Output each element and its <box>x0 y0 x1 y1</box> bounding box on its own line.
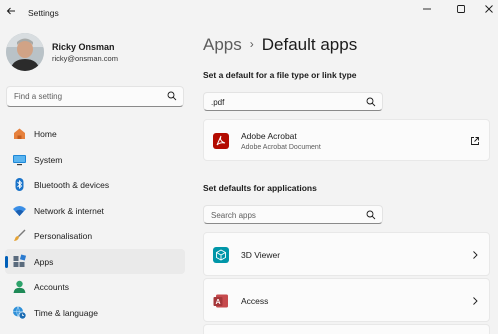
app-row-access[interactable]: A Access <box>203 278 490 322</box>
open-external-icon <box>471 137 479 145</box>
bluetooth-icon <box>15 178 24 191</box>
sidebar-item-label: Time & language <box>34 307 98 318</box>
chevron-right-icon <box>473 297 478 305</box>
close-icon <box>485 5 493 13</box>
find-setting-placeholder: Find a setting <box>14 92 63 101</box>
maximize-button[interactable] <box>454 3 468 15</box>
app-name: 3D Viewer <box>241 250 281 260</box>
sidebar-item-label: System <box>34 154 63 165</box>
adobe-acrobat-icon <box>213 133 229 149</box>
search-apps-placeholder: Search apps <box>211 210 256 220</box>
wifi-icon <box>13 205 26 216</box>
sidebar-item-network[interactable]: Network & internet <box>5 198 185 224</box>
minimize-icon <box>423 8 431 10</box>
chevron-right-button[interactable] <box>470 250 480 260</box>
breadcrumb: Apps › Default apps <box>203 35 357 55</box>
user-name: Ricky Onsman <box>52 42 115 52</box>
file-type-search-input[interactable]: .pdf <box>203 92 383 111</box>
sidebar-nav: Home System Bluetooth & devices Network … <box>5 121 185 325</box>
sidebar-item-accounts[interactable]: Accounts <box>5 274 185 300</box>
breadcrumb-parent-apps[interactable]: Apps <box>203 35 242 54</box>
file-type-heading: Set a default for a file type or link ty… <box>203 70 357 80</box>
monitor-icon <box>13 154 26 165</box>
sidebar-item-label: Apps <box>34 256 54 267</box>
3d-viewer-icon <box>213 247 229 263</box>
home-icon <box>14 128 25 139</box>
sidebar-item-label: Bluetooth & devices <box>34 180 110 190</box>
file-type-app-description: Adobe Acrobat Document <box>241 144 321 151</box>
close-button[interactable] <box>482 3 496 15</box>
search-icon <box>366 210 376 220</box>
chevron-right-icon <box>473 251 478 259</box>
user-email: ricky@onsman.com <box>52 54 118 63</box>
sidebar-item-label: Accounts <box>34 282 69 292</box>
sidebar-item-label: Home <box>34 129 57 139</box>
back-button[interactable] <box>4 4 18 18</box>
app-row-3d-viewer[interactable]: 3D Viewer <box>203 232 490 276</box>
open-external-button[interactable] <box>470 136 480 146</box>
title-bar: Settings <box>0 0 498 26</box>
chevron-right-button[interactable] <box>470 296 480 306</box>
file-type-value: .pdf <box>211 97 225 107</box>
clock-globe-icon <box>13 305 27 319</box>
sidebar-item-personalisation[interactable]: Personalisation <box>5 223 185 249</box>
sidebar-item-home[interactable]: Home <box>5 121 185 147</box>
app-title: Settings <box>28 8 59 18</box>
sidebar-item-label: Network & internet <box>34 205 104 216</box>
sidebar-item-bluetooth[interactable]: Bluetooth & devices <box>5 172 185 198</box>
maximize-icon <box>457 5 465 13</box>
search-apps-input[interactable]: Search apps <box>203 205 383 224</box>
svg-text:A: A <box>215 299 220 306</box>
file-type-result-card[interactable]: Adobe Acrobat Adobe Acrobat Document <box>203 119 490 161</box>
page-title: Default apps <box>261 35 358 54</box>
access-icon: A <box>213 294 228 308</box>
person-icon <box>13 280 26 293</box>
app-name: Access <box>241 296 269 306</box>
sidebar-item-system[interactable]: System <box>5 147 185 173</box>
sidebar-item-label: Personalisation <box>34 231 93 241</box>
find-setting-search[interactable]: Find a setting <box>6 86 184 107</box>
search-icon <box>366 97 376 107</box>
search-icon <box>167 91 177 101</box>
sidebar-item-apps[interactable]: Apps <box>5 248 185 274</box>
avatar <box>6 33 44 71</box>
file-type-app-name: Adobe Acrobat <box>241 131 297 141</box>
breadcrumb-separator: › <box>249 37 254 51</box>
apps-defaults-heading: Set defaults for applications <box>203 183 317 193</box>
app-row-partial <box>203 324 490 334</box>
minimize-button[interactable] <box>420 3 434 15</box>
apps-icon <box>13 253 27 267</box>
arrow-left-icon <box>6 7 15 15</box>
brush-icon <box>14 229 26 241</box>
sidebar-item-time-language[interactable]: Time & language <box>5 300 185 326</box>
